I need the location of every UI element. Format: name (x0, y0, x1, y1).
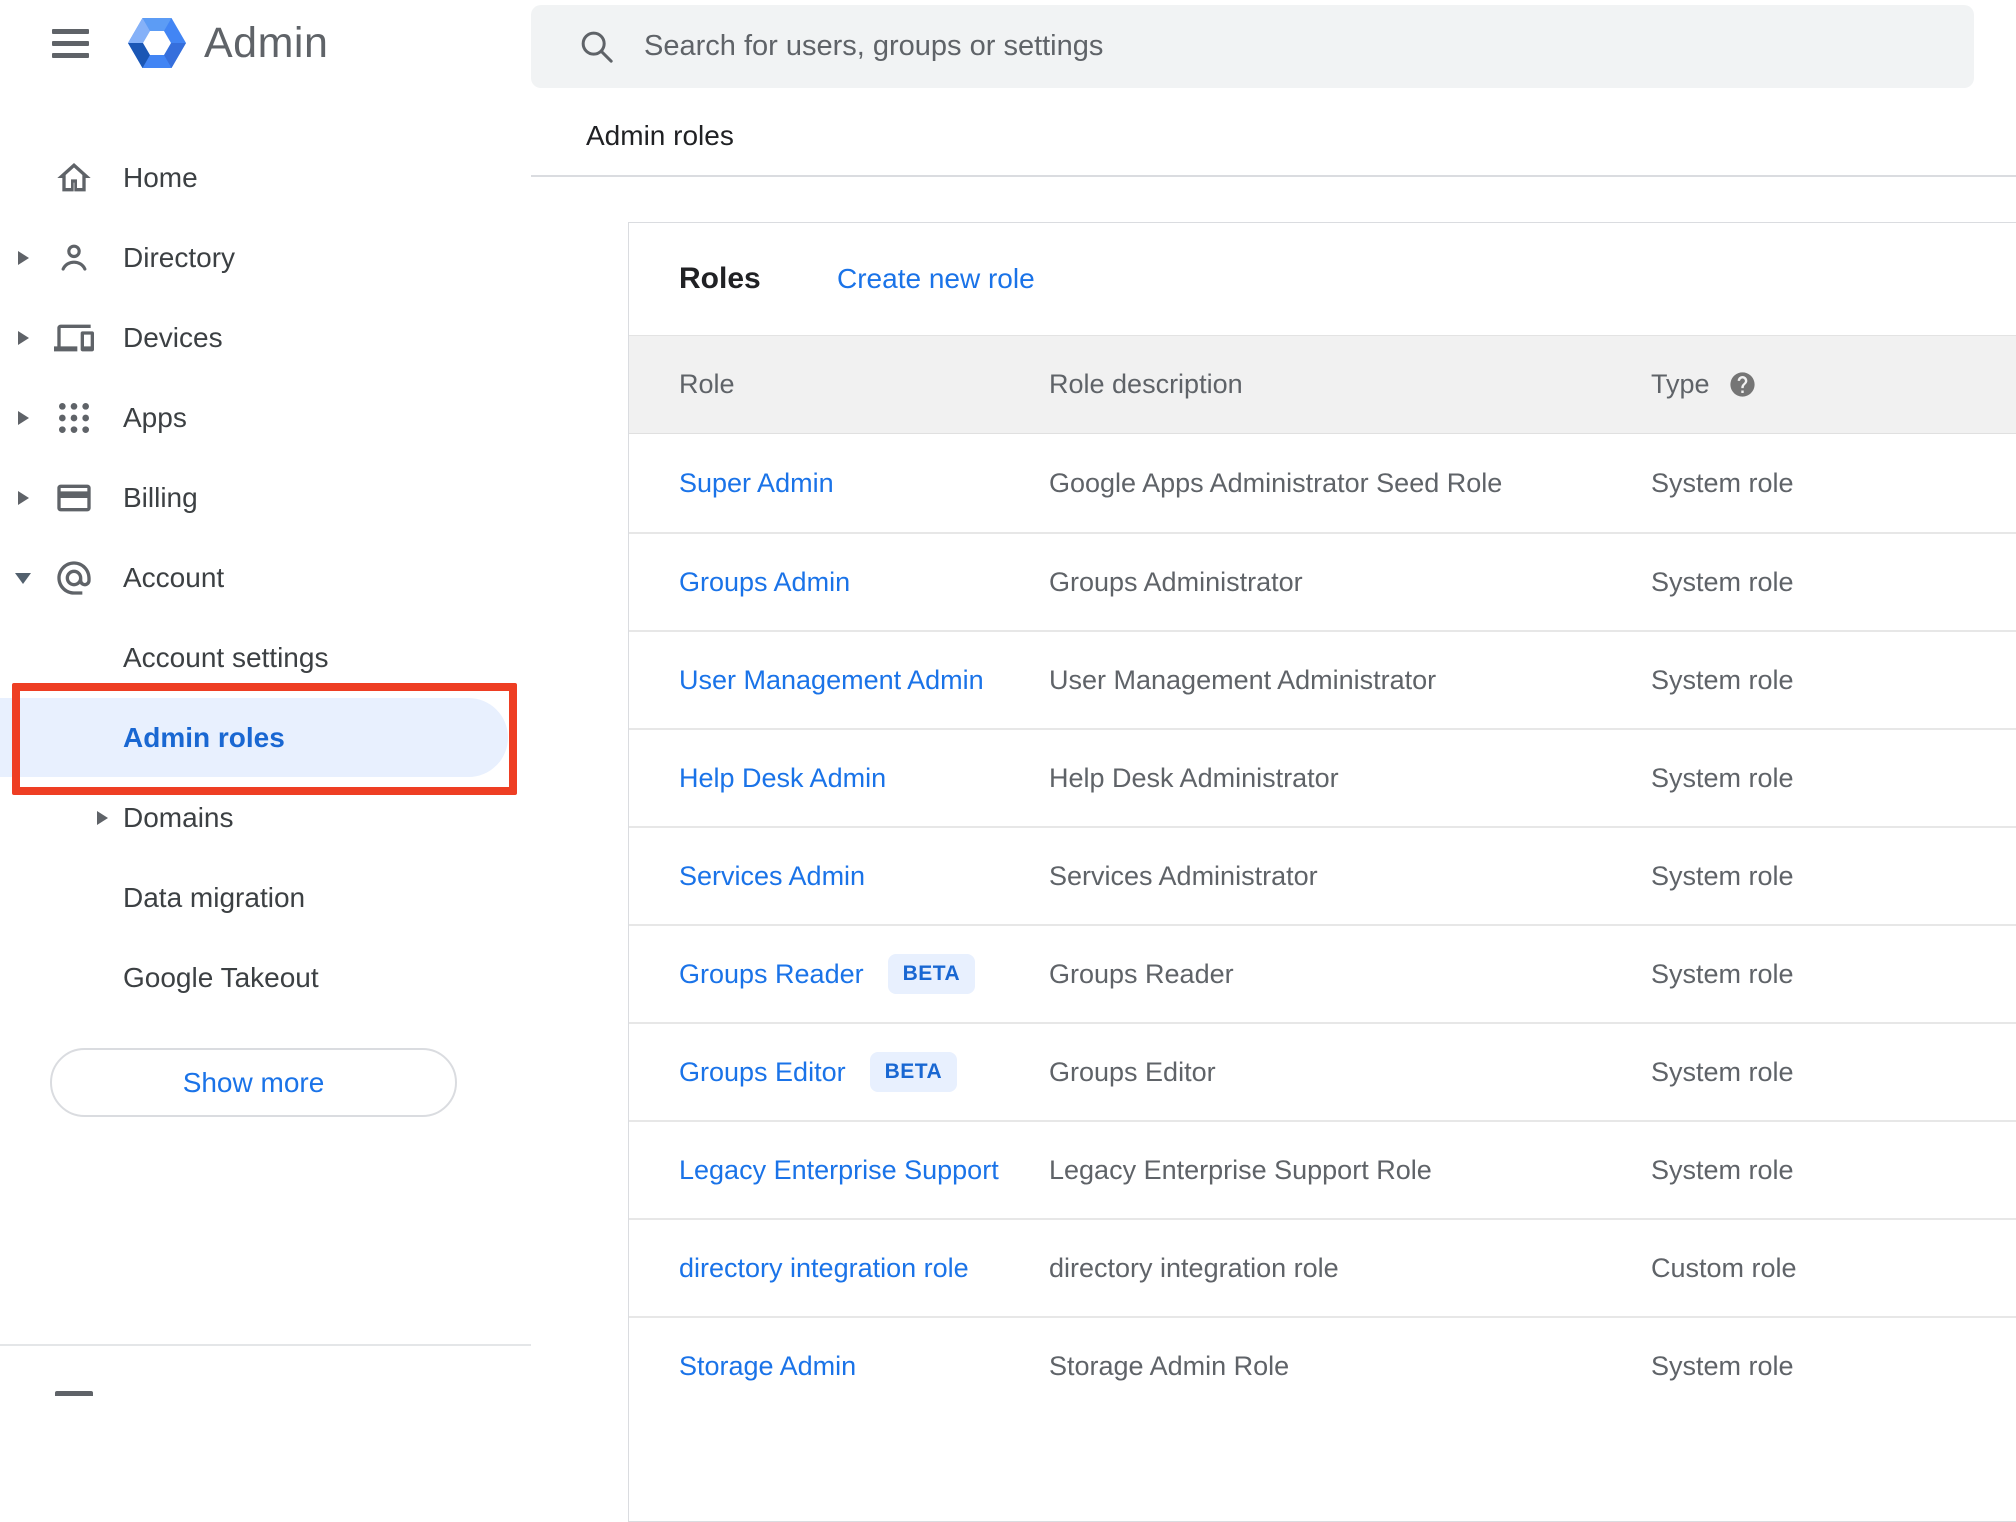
sidebar-item-devices[interactable]: Devices (0, 298, 531, 378)
role-cell: Storage Admin (679, 1351, 1049, 1382)
role-cell: Legacy Enterprise Support (679, 1155, 1049, 1186)
role-cell: Groups Editor BETA (679, 1052, 1049, 1092)
roles-card-header: Roles Create new role (629, 223, 2016, 335)
role-link[interactable]: directory integration role (679, 1253, 969, 1284)
sidebar-item-domains[interactable]: Domains (0, 778, 531, 858)
help-icon[interactable] (1728, 370, 1757, 399)
table-row: Groups Editor BETA Groups Editor System … (629, 1022, 2016, 1120)
cutoff-bottom-icon (55, 1391, 93, 1396)
role-type-cell: System role (1651, 1154, 1794, 1185)
role-cell: Groups Admin (679, 567, 1049, 598)
column-header-description: Role description (1049, 369, 1243, 399)
role-cell: Groups Reader BETA (679, 954, 1049, 994)
sidebar-item-home[interactable]: Home (0, 138, 531, 218)
role-link[interactable]: Services Admin (679, 861, 865, 892)
apps-grid-icon (54, 398, 94, 438)
role-description-cell: Storage Admin Role (1049, 1350, 1290, 1381)
table-row: Groups Admin Groups Administrator System… (629, 532, 2016, 630)
sidebar-item-account-settings[interactable]: Account settings (0, 618, 531, 698)
sidebar-item-admin-roles[interactable]: Admin roles (0, 698, 531, 778)
role-type-cell: System role (1651, 860, 1794, 891)
column-header-role: Role (679, 369, 735, 399)
role-type-cell: Custom role (1651, 1252, 1797, 1283)
sidebar-nav: Home Directory Devices Apps Billing Acco… (0, 138, 531, 1018)
beta-badge: BETA (887, 954, 976, 994)
role-link[interactable]: Groups Reader (679, 959, 864, 990)
role-type-cell: System role (1651, 762, 1794, 793)
table-row: Storage Admin Storage Admin Role System … (629, 1316, 2016, 1414)
table-row: Groups Reader BETA Groups Reader System … (629, 924, 2016, 1022)
sidebar-item-directory[interactable]: Directory (0, 218, 531, 298)
menu-hamburger-icon[interactable] (52, 29, 89, 58)
role-type-cell: System role (1651, 664, 1794, 695)
expand-down-icon[interactable] (15, 573, 31, 584)
role-link[interactable]: Help Desk Admin (679, 763, 886, 794)
roles-table-body: Super Admin Google Apps Administrator Se… (629, 434, 2016, 1414)
role-type-cell: System role (1651, 958, 1794, 989)
sidebar-divider (0, 1344, 531, 1346)
role-description-cell: Groups Administrator (1049, 566, 1303, 597)
table-row: Help Desk Admin Help Desk Administrator … (629, 728, 2016, 826)
role-link[interactable]: Storage Admin (679, 1351, 856, 1382)
beta-badge: BETA (869, 1052, 958, 1092)
column-header-type: Type (1651, 369, 2016, 400)
expand-right-icon[interactable] (97, 811, 108, 825)
table-row: Services Admin Services Administrator Sy… (629, 826, 2016, 924)
role-link[interactable]: Groups Editor (679, 1057, 846, 1088)
person-icon (54, 238, 94, 278)
role-type-cell: System role (1651, 1056, 1794, 1087)
app-title: Admin (204, 18, 329, 67)
sidebar-item-billing[interactable]: Billing (0, 458, 531, 538)
role-link[interactable]: Legacy Enterprise Support (679, 1155, 999, 1186)
role-description-cell: User Management Administrator (1049, 664, 1437, 695)
role-description-cell: directory integration role (1049, 1252, 1339, 1283)
expand-right-icon[interactable] (18, 411, 29, 425)
devices-icon (54, 318, 94, 358)
show-more-button[interactable]: Show more (50, 1048, 457, 1117)
sidebar-item-google-takeout[interactable]: Google Takeout (0, 938, 531, 1018)
at-sign-icon (54, 558, 94, 598)
expand-right-icon[interactable] (18, 251, 29, 265)
table-row: Super Admin Google Apps Administrator Se… (629, 434, 2016, 532)
global-search-bar[interactable] (531, 5, 1974, 88)
create-new-role-link[interactable]: Create new role (837, 263, 1035, 295)
role-description-cell: Help Desk Administrator (1049, 762, 1339, 793)
role-type-cell: System role (1651, 566, 1794, 597)
table-row: User Management Admin User Management Ad… (629, 630, 2016, 728)
credit-card-icon (54, 478, 94, 518)
header-divider (531, 175, 2016, 177)
role-description-cell: Legacy Enterprise Support Role (1049, 1154, 1432, 1185)
search-input[interactable] (644, 30, 1944, 63)
role-cell: Help Desk Admin (679, 763, 1049, 794)
breadcrumb: Admin roles (586, 120, 734, 151)
sidebar-item-account[interactable]: Account (0, 538, 531, 618)
table-row: directory integration role directory int… (629, 1218, 2016, 1316)
table-row: Legacy Enterprise Support Legacy Enterpr… (629, 1120, 2016, 1218)
role-description-cell: Groups Reader (1049, 958, 1234, 989)
role-cell: Super Admin (679, 468, 1049, 499)
role-description-cell: Google Apps Administrator Seed Role (1049, 467, 1503, 498)
card-title: Roles (679, 262, 761, 295)
home-icon (54, 158, 94, 198)
role-link[interactable]: Super Admin (679, 468, 834, 499)
role-link[interactable]: Groups Admin (679, 567, 850, 598)
role-type-cell: System role (1651, 1350, 1794, 1381)
role-link[interactable]: User Management Admin (679, 665, 984, 696)
role-description-cell: Services Administrator (1049, 860, 1318, 891)
admin-logo: Admin (126, 12, 328, 74)
roles-card: Roles Create new role Role Role descript… (628, 222, 2016, 1522)
role-cell: User Management Admin (679, 665, 1049, 696)
expand-right-icon[interactable] (18, 331, 29, 345)
table-header-row: Role Role description Type (629, 335, 2016, 434)
role-description-cell: Groups Editor (1049, 1056, 1216, 1087)
admin-hexagon-icon (126, 12, 188, 74)
search-icon (581, 31, 613, 63)
sidebar-item-apps[interactable]: Apps (0, 378, 531, 458)
role-type-cell: System role (1651, 467, 1794, 498)
sidebar-item-data-migration[interactable]: Data migration (0, 858, 531, 938)
role-cell: Services Admin (679, 861, 1049, 892)
expand-right-icon[interactable] (18, 491, 29, 505)
role-cell: directory integration role (679, 1253, 1049, 1284)
